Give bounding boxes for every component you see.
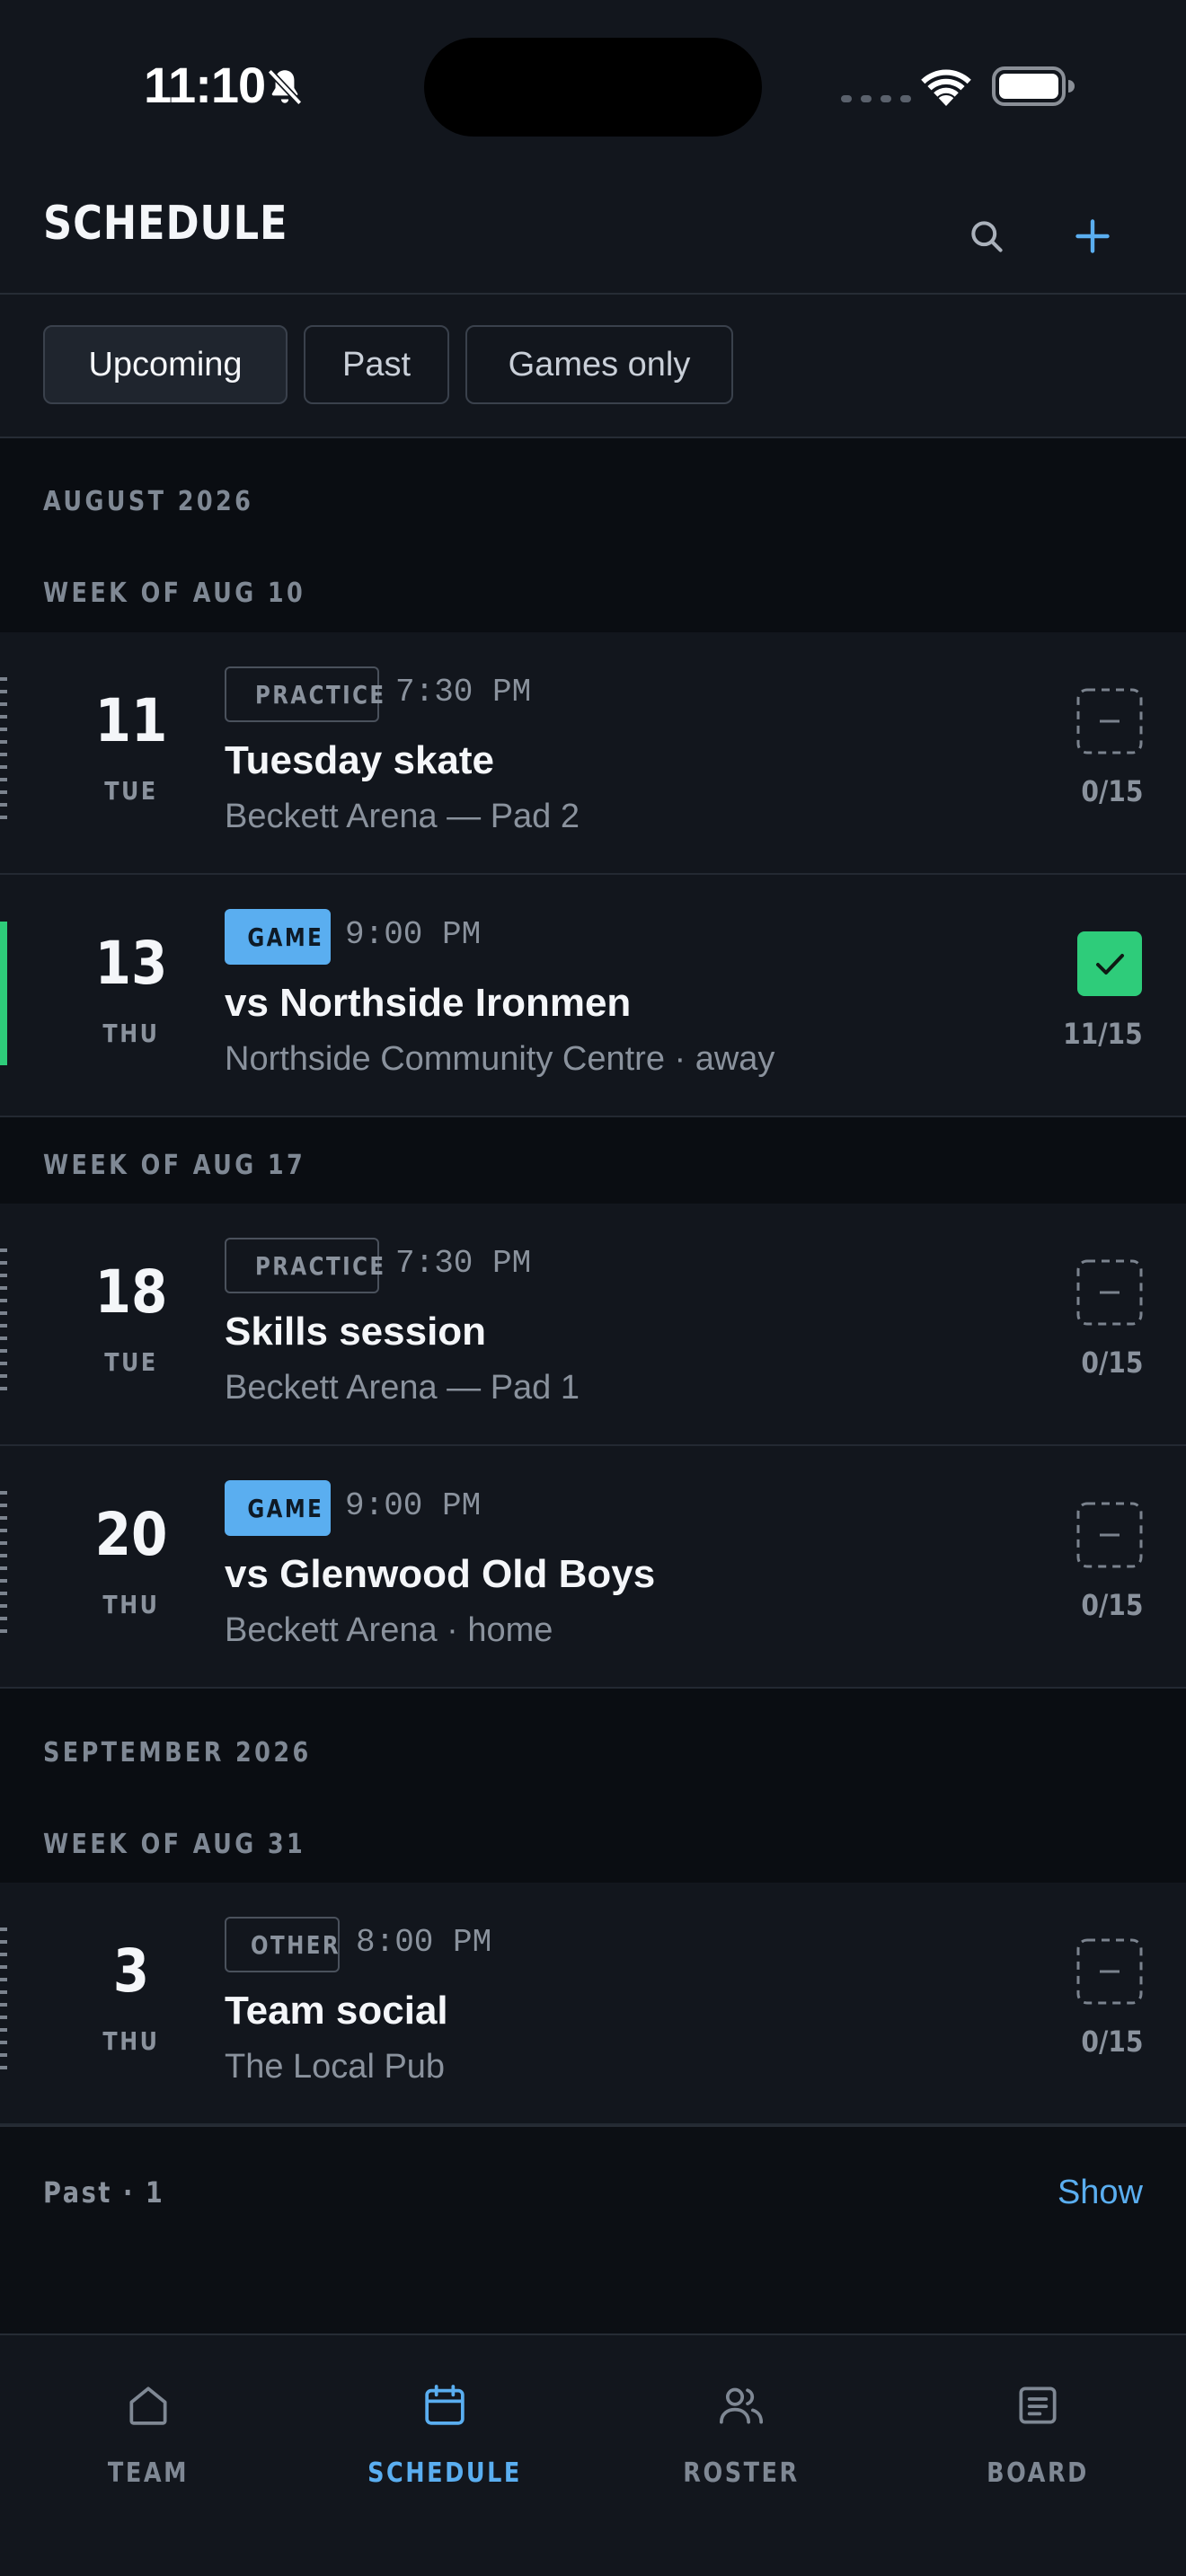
rsvp-pending-icon[interactable]	[1076, 1938, 1143, 2005]
event-day: 20	[94, 1500, 168, 1569]
event-type-badge: GAME	[225, 909, 331, 965]
event-time: 9:00 PM	[345, 916, 482, 953]
event-weekday: TUE	[104, 1347, 158, 1377]
event-type-badge: PRACTICE	[225, 1238, 384, 1293]
tab-bar: TEAM SCHEDULE ROSTER BOARD	[0, 2333, 1186, 2576]
event-day: 3	[112, 1936, 150, 2006]
tab-board[interactable]: BOARD	[890, 2380, 1186, 2506]
tab-label: BOARD	[987, 2457, 1089, 2489]
tab-schedule[interactable]: SCHEDULE	[296, 2380, 593, 2506]
rsvp-count: 0/15	[1080, 774, 1143, 808]
event-title: Tuesday skate	[225, 738, 495, 782]
past-events-bar: Past · 1 Show	[0, 2125, 1186, 2335]
week-header: WEEK OF AUG 31	[43, 1829, 306, 1860]
event-row[interactable]: 13 THU GAME 9:00 PM vs Northside Ironmen…	[0, 875, 1186, 1117]
users-icon	[719, 2387, 764, 2424]
event-time: 8:00 PM	[356, 1924, 492, 1961]
event-weekday: TUE	[104, 776, 158, 806]
plus-icon	[1075, 219, 1110, 253]
filter-upcoming[interactable]: Upcoming	[43, 325, 288, 404]
event-location: Beckett Arena — Pad 1	[225, 1369, 580, 1407]
search-icon	[971, 221, 1003, 252]
event-weekday: THU	[102, 2026, 160, 2056]
rsvp-rail	[0, 922, 7, 1065]
rsvp-rail	[0, 677, 7, 821]
rsvp-pending-icon[interactable]	[1076, 1502, 1143, 1568]
tab-label: TEAM	[107, 2457, 190, 2489]
event-row[interactable]: 20 THU GAME 9:00 PM vs Glenwood Old Boys…	[0, 1446, 1186, 1689]
home-icon	[129, 2386, 167, 2425]
rsvp-rail	[0, 1248, 7, 1392]
search-button[interactable]	[952, 202, 1021, 270]
bell-muted-icon	[267, 68, 303, 106]
event-row[interactable]: 18 TUE PRACTICE 7:30 PM Skills session B…	[0, 1204, 1186, 1446]
rsvp-pending-icon[interactable]	[1076, 688, 1143, 754]
rsvp-rail	[0, 1491, 7, 1635]
event-location: The Local Pub	[225, 2048, 446, 2086]
rsvp-count: 0/15	[1080, 1588, 1143, 1622]
filter-bar: Upcoming Past Games only	[0, 295, 1186, 438]
tab-roster[interactable]: ROSTER	[593, 2380, 890, 2506]
check-icon[interactable]	[1076, 931, 1143, 997]
event-type-badge: OTHER	[225, 1917, 340, 1972]
rsvp-rail	[0, 1928, 7, 2071]
event-weekday: THU	[102, 1590, 160, 1619]
week-header: WEEK OF AUG 10	[43, 578, 306, 609]
rsvp-count: 0/15	[1080, 2025, 1143, 2059]
rsvp-pending-icon[interactable]	[1076, 1259, 1143, 1326]
wifi-icon	[921, 69, 971, 106]
past-count-label: Past · 1	[43, 2175, 165, 2210]
event-title: Skills session	[225, 1310, 487, 1354]
filter-past[interactable]: Past	[304, 325, 449, 404]
week-header: WEEK OF AUG 17	[43, 1150, 306, 1181]
event-day: 11	[94, 686, 168, 755]
event-title: vs Northside Ironmen	[225, 981, 632, 1025]
tab-label: SCHEDULE	[367, 2457, 522, 2489]
tab-label: ROSTER	[683, 2457, 800, 2489]
event-location: Beckett Arena — Pad 2	[225, 798, 580, 835]
status-time: 11:10	[144, 57, 266, 113]
event-row[interactable]: 11 TUE PRACTICE 7:30 PM Tuesday skate Be…	[0, 632, 1186, 875]
event-title: Team social	[225, 1989, 448, 2033]
add-event-button[interactable]	[1058, 202, 1127, 270]
month-header: AUGUST 2026	[43, 486, 254, 517]
event-time: 7:30 PM	[395, 1245, 532, 1282]
cellular-signal-icon	[841, 95, 911, 102]
month-header: SEPTEMBER 2026	[43, 1737, 312, 1769]
event-type-badge: PRACTICE	[225, 666, 384, 722]
event-row[interactable]: 3 THU OTHER 8:00 PM Team social The Loca…	[0, 1883, 1186, 2125]
rsvp-count: 0/15	[1080, 1345, 1143, 1380]
event-time: 9:00 PM	[345, 1487, 482, 1524]
event-weekday: THU	[102, 1019, 160, 1048]
page-title: SCHEDULE	[43, 197, 288, 251]
event-type-badge: GAME	[225, 1480, 331, 1536]
filter-games-only[interactable]: Games only	[465, 325, 733, 404]
document-icon	[1019, 2386, 1057, 2424]
tab-team[interactable]: TEAM	[0, 2380, 296, 2506]
event-title: vs Glenwood Old Boys	[225, 1552, 656, 1596]
battery-icon	[992, 66, 1075, 106]
dynamic-island	[424, 38, 762, 137]
status-bar: 11:10	[0, 0, 1186, 175]
event-location: Beckett Arena · home	[225, 1611, 553, 1649]
app-header: SCHEDULE	[0, 175, 1186, 295]
calendar-icon	[425, 2385, 465, 2425]
event-location: Northside Community Centre · away	[225, 1040, 775, 1078]
event-day: 13	[94, 929, 168, 998]
show-past-button[interactable]: Show	[1058, 2174, 1143, 2212]
event-day: 18	[94, 1257, 168, 1327]
rsvp-count: 11/15	[1063, 1017, 1143, 1051]
event-time: 7:30 PM	[395, 674, 532, 710]
